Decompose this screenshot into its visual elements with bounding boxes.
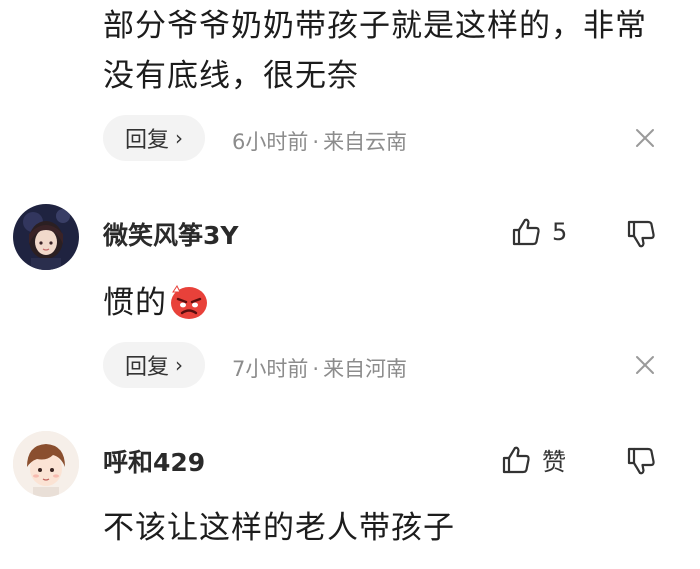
chevron-right-icon: › <box>175 126 183 150</box>
reply-button[interactable]: 回复 › <box>103 342 205 388</box>
comment-location: 来自河南 <box>323 357 408 381</box>
username[interactable]: 微笑风筝3Y <box>103 216 239 252</box>
comment-text: 不该让这样的老人带孩子 <box>103 510 455 546</box>
comment-meta: 7小时前 · 来自河南 <box>232 353 407 383</box>
thumbs-up-icon <box>512 218 540 246</box>
close-icon[interactable] <box>634 354 656 376</box>
comment-time: 7小时前 <box>232 357 309 381</box>
thumbs-down-icon[interactable] <box>625 445 657 477</box>
comment-meta: 6小时前 · 来自云南 <box>232 126 407 156</box>
angry-face-emoji <box>169 283 209 321</box>
meta-separator: · <box>312 357 320 381</box>
comment-text-content: 惯的 <box>103 285 167 321</box>
avatar[interactable] <box>13 204 79 270</box>
reply-label: 回复 <box>124 128 169 153</box>
chevron-right-icon: › <box>175 353 183 377</box>
comment-text-line-1: 部分爷爷奶奶带孩子就是这样的，非常 <box>103 8 647 44</box>
like-button[interactable]: 赞 <box>500 442 566 477</box>
username[interactable]: 呼和429 <box>103 443 205 479</box>
comment-text: 惯的 <box>103 283 209 324</box>
meta-separator: · <box>312 130 320 154</box>
reply-button[interactable]: 回复 › <box>103 115 205 161</box>
thumbs-down-icon[interactable] <box>625 218 657 250</box>
thumbs-up-icon <box>502 446 530 473</box>
like-count: 5 <box>552 218 568 246</box>
like-button[interactable]: 5 <box>510 216 567 248</box>
comment-text-line-2: 没有底线，很无奈 <box>103 58 359 94</box>
comment-time: 6小时前 <box>232 130 309 154</box>
avatar[interactable] <box>13 431 79 497</box>
reply-label: 回复 <box>124 355 169 380</box>
close-icon[interactable] <box>634 127 656 149</box>
comment-location: 来自云南 <box>323 130 408 154</box>
like-label: 赞 <box>542 448 566 476</box>
